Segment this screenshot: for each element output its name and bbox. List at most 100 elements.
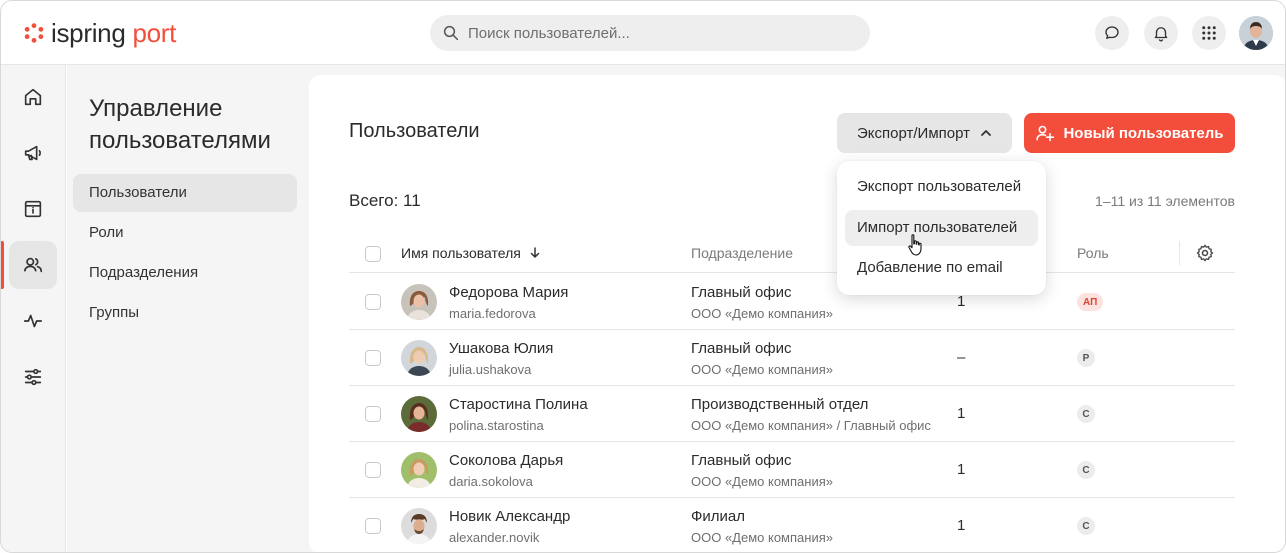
- menu-item-add-by-email[interactable]: Добавление по email: [845, 250, 1038, 286]
- search-box[interactable]: [430, 15, 870, 51]
- menu-item-export-users[interactable]: Экспорт пользователей: [845, 169, 1038, 205]
- rail-home[interactable]: [9, 73, 57, 121]
- table-row[interactable]: Соколова Дарья daria.sokolova Главный оф…: [349, 442, 1235, 498]
- user-avatar[interactable]: [1239, 16, 1273, 50]
- page-title: Пользователи: [349, 120, 480, 142]
- table-row[interactable]: Ушакова Юлия julia.ushakova Главный офис…: [349, 330, 1235, 386]
- home-icon: [24, 88, 42, 106]
- menu-item-import-users[interactable]: Импорт пользователей: [845, 210, 1038, 246]
- user-login: maria.fedorova: [449, 306, 536, 321]
- row-checkbox[interactable]: [365, 350, 381, 366]
- role-badge: АП: [1077, 293, 1104, 311]
- user-organization: ООО «Демо компания»: [691, 362, 833, 377]
- users-icon: [23, 257, 43, 273]
- hand-cursor-icon: [908, 234, 922, 256]
- table-row[interactable]: Новик Александр alexander.novik Филиал О…: [349, 498, 1235, 552]
- chevron-up-icon: [981, 130, 991, 136]
- user-count: 1: [957, 405, 966, 422]
- sort-down-arrow-icon: [530, 247, 540, 258]
- user-name[interactable]: Старостина Полина: [449, 396, 588, 413]
- avatar: [401, 508, 437, 544]
- role-badge: С: [1077, 405, 1095, 423]
- user-department: Главный офис: [691, 284, 792, 301]
- user-department: Филиал: [691, 508, 746, 525]
- sliders-icon: [24, 368, 42, 386]
- users-subnav: Управление пользователями Пользователи Р…: [67, 65, 307, 552]
- table-row[interactable]: Федорова Мария maria.fedorova Главный оф…: [349, 274, 1235, 330]
- ispring-logo[interactable]: ispring port: [23, 19, 176, 47]
- user-name[interactable]: Новик Александр: [449, 508, 570, 525]
- row-checkbox[interactable]: [365, 294, 381, 310]
- user-photo-icon: [401, 508, 437, 544]
- app-window: ispring port Поиск пользователей... Упра…: [0, 0, 1286, 553]
- user-name[interactable]: Федорова Мария: [449, 284, 568, 301]
- user-login: julia.ushakova: [449, 362, 532, 377]
- user-department: Главный офис: [691, 340, 792, 357]
- chat-button[interactable]: [1095, 16, 1129, 50]
- chat-bubble-icon: [1105, 26, 1119, 39]
- avatar: [401, 284, 437, 320]
- user-name[interactable]: Ушакова Юлия: [449, 340, 553, 357]
- rail-activity[interactable]: [9, 297, 57, 345]
- subnav-title: Управление пользователями: [89, 95, 271, 154]
- megaphone-icon: [24, 145, 41, 161]
- rail-users[interactable]: [9, 241, 57, 289]
- user-count: –: [957, 349, 966, 366]
- column-header-role[interactable]: Роль: [1077, 245, 1109, 261]
- avatar: [401, 452, 437, 488]
- search-input[interactable]: [468, 24, 848, 42]
- avatar: [401, 340, 437, 376]
- table-header: Имя пользователя Подразделение Роль: [349, 235, 1235, 273]
- select-all-checkbox[interactable]: [365, 246, 381, 262]
- row-checkbox[interactable]: [365, 406, 381, 422]
- user-login: daria.sokolova: [449, 474, 533, 489]
- export-import-label: Экспорт/Импорт: [857, 124, 970, 142]
- user-department: Главный офис: [691, 452, 792, 469]
- avatar: [401, 396, 437, 432]
- icon-rail: [1, 65, 66, 552]
- user-organization: ООО «Демо компания»: [691, 306, 833, 321]
- role-badge: Р: [1077, 349, 1095, 367]
- new-user-label: Новый пользователь: [1063, 124, 1224, 142]
- rail-settings[interactable]: [9, 353, 57, 401]
- rail-announcements[interactable]: [9, 129, 57, 177]
- apps-button[interactable]: [1192, 16, 1226, 50]
- user-photo-icon: [401, 340, 437, 376]
- top-header: ispring port: [1, 1, 1285, 65]
- catalog-icon: [24, 200, 42, 218]
- column-header-user-label: Имя пользователя: [401, 245, 521, 261]
- main-panel: Пользователи Экспорт/Импорт Новый пользо…: [309, 75, 1285, 552]
- user-login: polina.starostina: [449, 418, 544, 433]
- user-photo-icon: [401, 284, 437, 320]
- header-divider: [1179, 241, 1180, 265]
- apps-grid-icon: [1202, 26, 1216, 40]
- row-checkbox[interactable]: [365, 518, 381, 534]
- row-checkbox[interactable]: [365, 462, 381, 478]
- subnav-item-groups[interactable]: Группы: [73, 294, 297, 332]
- rail-catalog[interactable]: [9, 185, 57, 233]
- activity-icon: [23, 314, 43, 328]
- subnav-item-roles[interactable]: Роли: [73, 214, 297, 252]
- user-count: 1: [957, 293, 966, 310]
- user-name[interactable]: Соколова Дарья: [449, 452, 563, 469]
- user-photo-icon: [401, 452, 437, 488]
- search-icon: [443, 25, 459, 41]
- add-user-icon: [1036, 125, 1055, 142]
- column-header-user[interactable]: Имя пользователя: [401, 245, 541, 261]
- pagination-range: 1–11 из 11 элементов: [1095, 193, 1235, 209]
- user-count: 1: [957, 461, 966, 478]
- export-import-button[interactable]: Экспорт/Импорт: [837, 113, 1012, 153]
- subnav-item-users[interactable]: Пользователи: [73, 174, 297, 212]
- column-header-department[interactable]: Подразделение: [691, 245, 793, 261]
- subnav-item-departments[interactable]: Подразделения: [73, 254, 297, 292]
- table-row[interactable]: Старостина Полина polina.starostina Прои…: [349, 386, 1235, 442]
- user-department: Производственный отдел: [691, 396, 869, 413]
- role-badge: С: [1077, 517, 1095, 535]
- new-user-button[interactable]: Новый пользователь: [1024, 113, 1235, 153]
- column-settings-gear-icon[interactable]: [1195, 243, 1215, 263]
- total-count: Всего: 11: [349, 191, 421, 210]
- user-photo-icon: [401, 396, 437, 432]
- user-organization: ООО «Демо компания»: [691, 474, 833, 489]
- notifications-button[interactable]: [1144, 16, 1178, 50]
- role-badge: С: [1077, 461, 1095, 479]
